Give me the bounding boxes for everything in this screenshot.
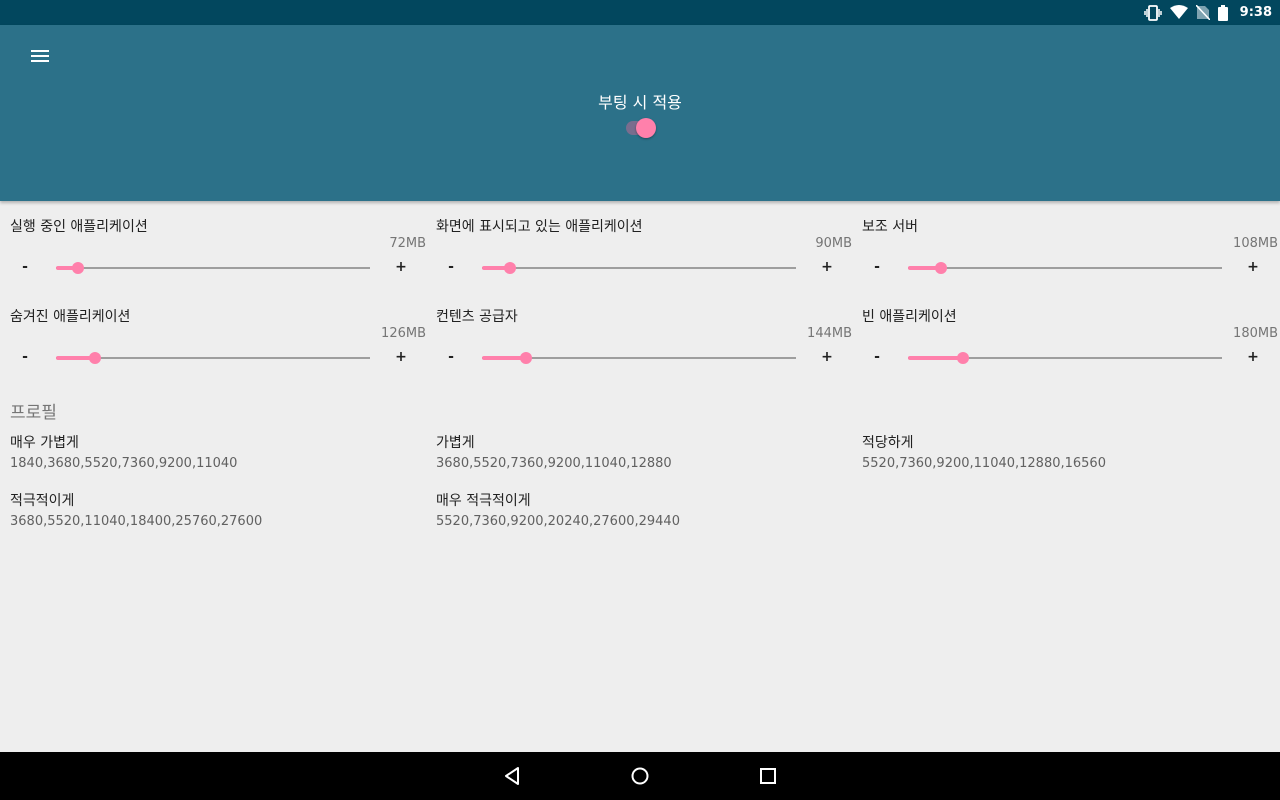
slider-thumb[interactable] <box>89 352 102 364</box>
boot-apply-label: 부팅 시 적용 <box>598 93 682 112</box>
switch-thumb <box>636 118 656 138</box>
slider-thumb[interactable] <box>504 262 517 274</box>
profile-values: 5520,7360,9200,11040,12880,16560 <box>862 456 1106 471</box>
slider-track[interactable] <box>482 352 796 364</box>
profile-name: 적극적이게 <box>10 493 75 509</box>
decrease-button[interactable]: - <box>17 259 33 275</box>
decrease-button[interactable]: - <box>443 259 459 275</box>
slider-track[interactable] <box>482 262 796 274</box>
home-button[interactable] <box>628 764 652 788</box>
decrease-button[interactable]: - <box>17 349 33 365</box>
slider-value: 126MB <box>381 326 426 341</box>
status-bar: 9:38 <box>0 0 1280 25</box>
profile-name: 가볍게 <box>436 435 475 451</box>
decrease-button[interactable]: - <box>443 349 459 365</box>
vibrate-icon <box>1143 4 1162 21</box>
profile-moderate[interactable]: 적당하게 5520,7360,9200,11040,12880,16560 <box>862 432 1262 471</box>
decrease-button[interactable]: - <box>869 259 885 275</box>
profile-very-light[interactable]: 매우 가볍게 1840,3680,5520,7360,9200,11040 <box>10 432 410 471</box>
slider-hidden-apps: 숨겨진 애플리케이션 126MB - + <box>10 291 426 371</box>
slider-running-apps: 실행 중인 애플리케이션 72MB - + <box>10 201 426 281</box>
recents-button[interactable] <box>756 764 780 788</box>
slider-thumb[interactable] <box>71 262 84 274</box>
battery-icon <box>1217 4 1228 21</box>
slider-value: 72MB <box>389 236 426 251</box>
profile-very-aggressive[interactable]: 매우 적극적이게 5520,7360,9200,20240,27600,2944… <box>436 490 836 529</box>
increase-button[interactable]: + <box>1245 349 1261 365</box>
profile-name: 매우 가볍게 <box>10 435 79 451</box>
hamburger-menu-icon <box>31 48 49 67</box>
menu-button[interactable] <box>20 43 60 71</box>
back-icon <box>500 767 524 792</box>
profile-values: 1840,3680,5520,7360,9200,11040 <box>10 456 238 471</box>
increase-button[interactable]: + <box>393 259 409 275</box>
profile-light[interactable]: 가볍게 3680,5520,7360,9200,11040,12880 <box>436 432 836 471</box>
status-time: 9:38 <box>1239 5 1272 20</box>
profiles-section-title: 프로필 <box>10 403 57 423</box>
slider-value: 90MB <box>815 236 852 251</box>
profile-values: 3680,5520,11040,18400,25760,27600 <box>10 514 263 529</box>
slider-content-providers: 컨텐츠 공급자 144MB - + <box>436 291 852 371</box>
boot-apply-switch[interactable] <box>622 114 658 138</box>
slider-label: 보조 서버 <box>862 219 918 235</box>
back-button[interactable] <box>500 764 524 788</box>
slider-track[interactable] <box>908 352 1222 364</box>
slider-thumb[interactable] <box>519 352 532 364</box>
app-header: 부팅 시 적용 <box>0 25 1280 201</box>
slider-track[interactable] <box>56 352 370 364</box>
slider-secondary-server: 보조 서버 108MB - + <box>862 201 1278 281</box>
no-sim-icon <box>1195 5 1210 20</box>
slider-fill <box>908 356 963 360</box>
slider-label: 실행 중인 애플리케이션 <box>10 219 148 235</box>
increase-button[interactable]: + <box>1245 259 1261 275</box>
slider-label: 컨텐츠 공급자 <box>436 309 518 325</box>
slider-track[interactable] <box>56 262 370 274</box>
recents-icon <box>756 768 780 792</box>
slider-visible-apps: 화면에 표시되고 있는 애플리케이션 90MB - + <box>436 201 852 281</box>
increase-button[interactable]: + <box>819 259 835 275</box>
profile-name: 적당하게 <box>862 435 914 451</box>
slider-thumb[interactable] <box>956 352 969 364</box>
slider-label: 화면에 표시되고 있는 애플리케이션 <box>436 219 643 235</box>
slider-value: 108MB <box>1233 236 1278 251</box>
slider-thumb[interactable] <box>934 262 947 274</box>
slider-label: 숨겨진 애플리케이션 <box>10 309 131 325</box>
increase-button[interactable]: + <box>819 349 835 365</box>
profile-name: 매우 적극적이게 <box>436 493 531 509</box>
profile-aggressive[interactable]: 적극적이게 3680,5520,11040,18400,25760,27600 <box>10 490 410 529</box>
navigation-bar <box>0 752 1280 800</box>
slider-value: 180MB <box>1233 326 1278 341</box>
home-icon <box>628 767 652 792</box>
slider-track[interactable] <box>908 262 1222 274</box>
boot-apply-block: 부팅 시 적용 <box>540 89 740 138</box>
slider-label: 빈 애플리케이션 <box>862 309 957 325</box>
slider-empty-apps: 빈 애플리케이션 180MB - + <box>862 291 1278 371</box>
increase-button[interactable]: + <box>393 349 409 365</box>
profile-values: 5520,7360,9200,20240,27600,29440 <box>436 514 680 529</box>
profile-values: 3680,5520,7360,9200,11040,12880 <box>436 456 672 471</box>
slider-value: 144MB <box>807 326 852 341</box>
wifi-icon <box>1169 5 1188 20</box>
decrease-button[interactable]: - <box>869 349 885 365</box>
